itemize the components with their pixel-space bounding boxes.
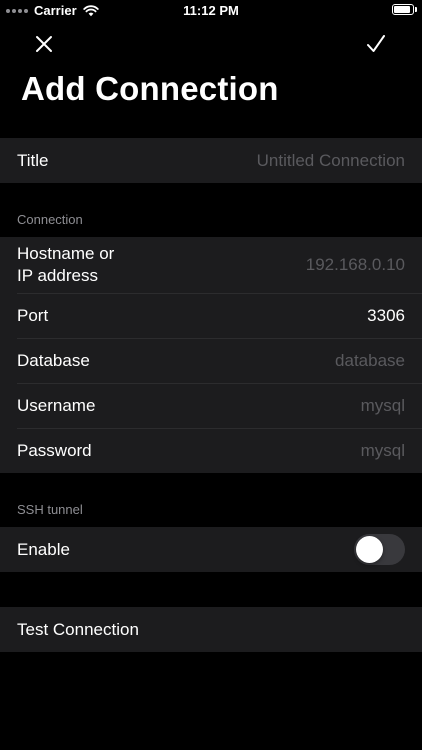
password-input[interactable] xyxy=(195,440,405,461)
ssh-enable-row: Enable xyxy=(0,527,422,572)
title-label: Title xyxy=(17,150,49,170)
close-icon xyxy=(36,36,52,52)
checkmark-icon xyxy=(367,35,385,52)
hostname-label: Hostname or IP address xyxy=(17,243,114,287)
done-button[interactable] xyxy=(362,30,390,58)
title-group: Title xyxy=(0,138,422,183)
connection-section-header: Connection xyxy=(17,212,83,227)
close-button[interactable] xyxy=(30,30,58,58)
test-connection-label: Test Connection xyxy=(17,619,139,639)
password-label: Password xyxy=(17,440,92,460)
username-input[interactable] xyxy=(195,395,405,416)
database-row[interactable]: Database xyxy=(0,338,422,383)
title-row[interactable]: Title xyxy=(0,138,422,183)
title-input[interactable] xyxy=(195,150,405,171)
battery-icon xyxy=(392,4,417,15)
toggle-knob xyxy=(356,536,383,563)
hostname-label-line2: IP address xyxy=(17,266,98,285)
port-input[interactable] xyxy=(195,305,405,326)
port-label: Port xyxy=(17,305,49,325)
hostname-label-line1: Hostname or xyxy=(17,244,115,263)
hostname-row[interactable]: Hostname or IP address xyxy=(0,237,422,293)
database-input[interactable] xyxy=(195,350,405,371)
database-label: Database xyxy=(17,350,90,370)
hostname-input[interactable] xyxy=(195,255,405,275)
ssh-group: Enable xyxy=(0,527,422,572)
test-connection-button[interactable]: Test Connection xyxy=(0,607,422,652)
ssh-section-header: SSH tunnel xyxy=(17,502,83,517)
ssh-enable-label: Enable xyxy=(17,539,70,559)
username-row[interactable]: Username xyxy=(0,383,422,428)
page-title: Add Connection xyxy=(21,70,279,107)
status-time: 11:12 PM xyxy=(183,3,239,18)
ssh-enable-toggle[interactable] xyxy=(354,534,405,565)
port-row[interactable]: Port xyxy=(0,293,422,338)
username-label: Username xyxy=(17,395,96,415)
status-bar: Carrier 11:12 PM xyxy=(0,0,422,22)
actions-group: Test Connection xyxy=(0,607,422,652)
connection-group: Hostname or IP address Port Database Use… xyxy=(0,237,422,473)
password-row[interactable]: Password xyxy=(0,428,422,473)
